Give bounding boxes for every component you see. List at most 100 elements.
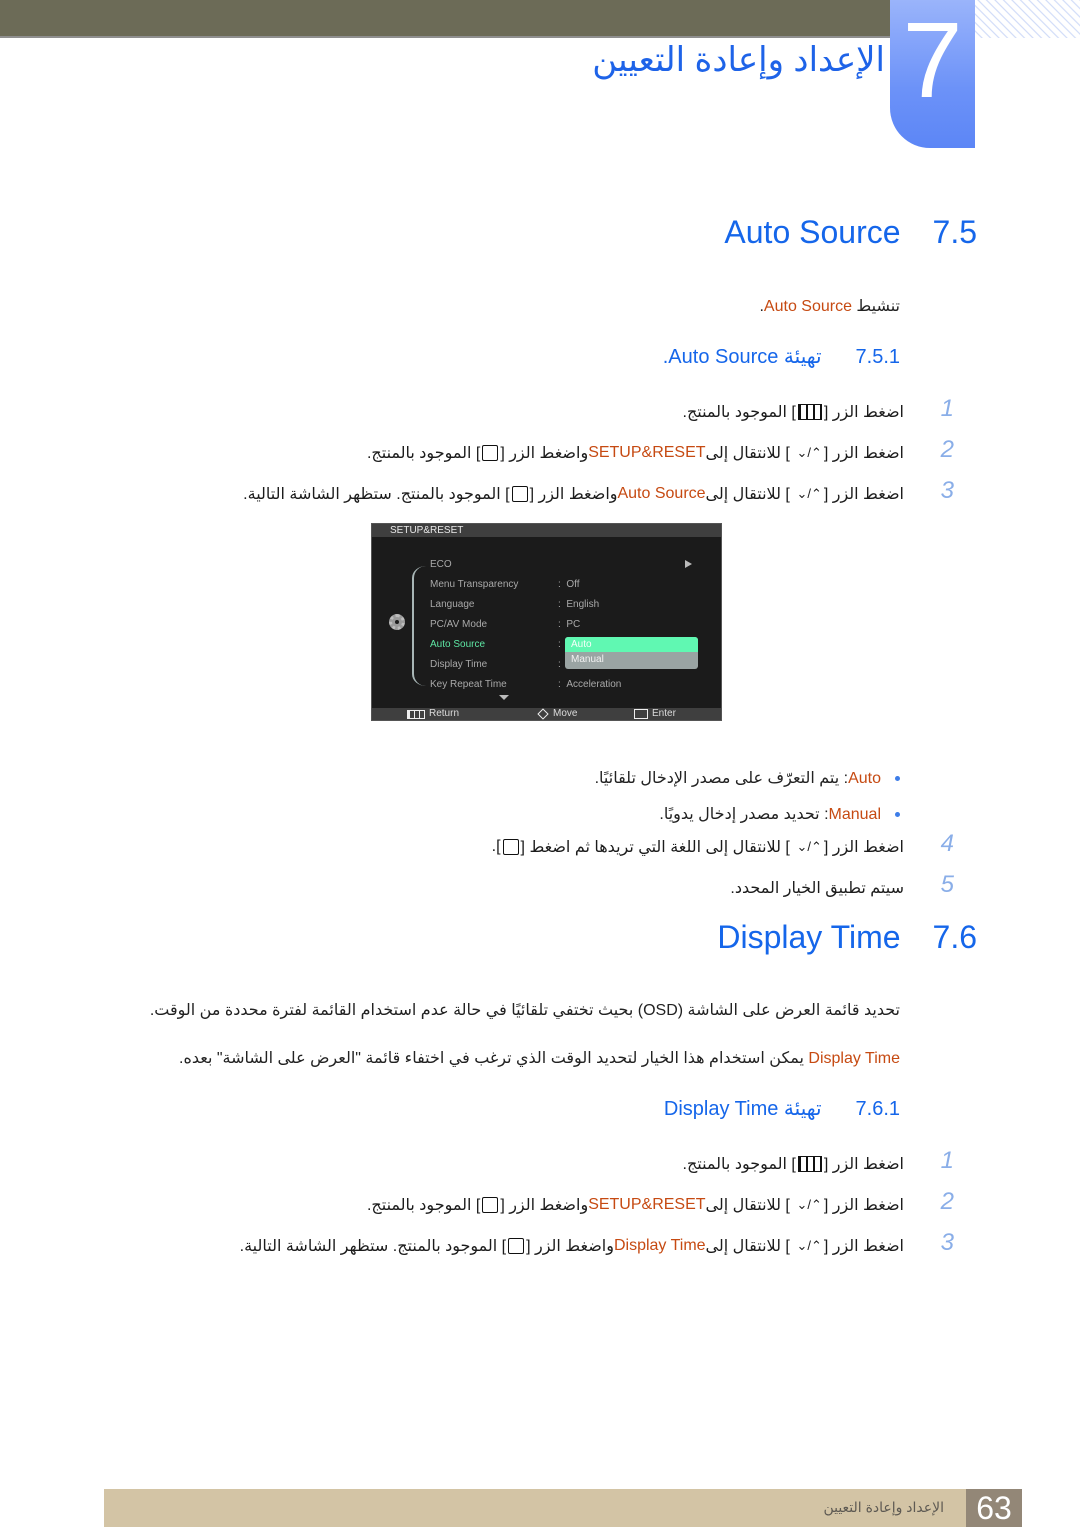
up-down-arrow-icon: ⌃/⌄ (796, 839, 822, 854)
osd-value: : Acceleration (558, 679, 622, 690)
page-footer: الإعداد وإعادة التعيين 63 (104, 1489, 1022, 1527)
step-highlight: SETUP&RESET (588, 444, 706, 461)
bullet-term: Manual (828, 806, 881, 823)
osd-separator: : (558, 639, 561, 650)
step-number: 4 (940, 830, 954, 857)
osd-enter: Enter (634, 708, 676, 720)
subsection-heading-7-5-1: تهيئة Auto Source. 7.5.1 (663, 344, 900, 369)
subsection-title: تهيئة Display Time (663, 1098, 822, 1120)
step-text: سيتم تطبيق الخيار المحدد. (730, 880, 904, 897)
step-text: ] للانتقال إلى (705, 1197, 790, 1214)
bullet-desc: : يتم التعرّف على مصدر الإدخال تلقائيًا. (594, 770, 849, 787)
up-down-arrow-icon: ⌃/⌄ (796, 1197, 822, 1212)
subsection-title: تهيئة Auto Source. (662, 346, 822, 368)
decorative-hatch (975, 0, 1080, 38)
bullet-desc: : تحديد مصدر إدخال يدويًا. (659, 806, 829, 823)
top-bar (0, 0, 890, 38)
step-3: 3 اضغط الزر [ ⌃/⌄ ] للانتقال إلى Display… (239, 1229, 954, 1259)
step-number: 1 (940, 395, 954, 422)
step-text: ] للانتقال إلى (705, 486, 790, 503)
section-heading-7-6: Display Time 7.6 (717, 919, 977, 956)
return-icon (407, 709, 425, 719)
osd-item-key-repeat-time: Key Repeat Time (430, 679, 507, 690)
step-text: اضغط الزر [ (823, 839, 904, 856)
step-number: 2 (940, 436, 954, 463)
osd-value: : English (558, 599, 600, 610)
step-3: 3 اضغط الزر [ ⌃/⌄ ] للانتقال إلى Auto So… (243, 477, 954, 507)
step-number: 3 (940, 1229, 954, 1256)
osd-return: Return (407, 708, 459, 720)
step-text: ] الموجود بالمنتج. ستظهر الشاشة التالية. (243, 486, 510, 503)
osd-item-display-time: Display Time (430, 659, 488, 670)
osd-item-auto-source: Auto Source (430, 639, 486, 650)
step-number: 3 (940, 477, 954, 504)
step-text: اضغط الزر [ (823, 404, 904, 421)
step-text: اضغط الزر [ (823, 1197, 904, 1214)
step-4: 4 اضغط الزر [ ⌃/⌄ ] للانتقال إلى اللغة ا… (491, 830, 954, 860)
step-highlight: Auto Source (617, 485, 706, 502)
section-number: 7.6 (932, 919, 977, 955)
enter-icon (482, 445, 499, 461)
step-text: واضغط الزر [ (500, 445, 589, 462)
step-text: اضغط الزر [ (823, 1238, 904, 1255)
up-down-arrow-icon: ⌃/⌄ (796, 486, 822, 501)
step-number: 2 (940, 1188, 954, 1215)
enter-label: Enter (652, 708, 676, 719)
chapter-number: 7 (902, 0, 963, 120)
step-text: واضغط الزر [ (526, 1238, 614, 1255)
chevron-right-icon (685, 560, 692, 568)
up-down-arrow-icon: ⌃/⌄ (796, 1238, 822, 1253)
section-number: 7.5 (932, 214, 977, 250)
step-text: ] الموجود بالمنتج. (682, 404, 796, 421)
bullet-manual: Manual: تحديد مصدر إدخال يدويًا. (659, 804, 900, 824)
intro-highlight: Auto Source (763, 298, 852, 315)
section-heading-7-5: Auto Source 7.5 (724, 214, 977, 251)
para-text: يمكن استخدام هذا الخيار لتحديد الوقت الذ… (179, 1050, 809, 1067)
section-title: Auto Source (724, 214, 901, 250)
menu-arc (412, 566, 426, 686)
step-2: 2 اضغط الزر [ ⌃/⌄ ] للانتقال إلى SETUP&R… (366, 436, 954, 466)
step-text: ] للانتقال إلى (705, 445, 790, 462)
step-text: اضغط الزر [ (823, 445, 904, 462)
step-2: 2 اضغط الزر [ ⌃/⌄ ] للانتقال إلى SETUP&R… (366, 1188, 954, 1218)
step-text: ] الموجود بالمنتج. (366, 445, 481, 462)
step-text: ] الموجود بالمنتج. (366, 1197, 481, 1214)
osd-item-pc-av-mode: PC/AV Mode (430, 619, 488, 630)
chapter-tab: 7 (890, 0, 975, 148)
step-text: واضغط الزر [ (500, 1197, 589, 1214)
osd-menu-screenshot: SETUP&RESET ECO Menu Transparency : Off … (371, 523, 722, 721)
step-1: 1 اضغط الزر [ ] الموجود بالمنتج. (682, 395, 955, 425)
step-text: ] الموجود بالمنتج. ستظهر الشاشة التالية. (239, 1238, 507, 1255)
step-text: اضغط الزر [ (823, 1156, 904, 1173)
bullet-dot (895, 812, 900, 818)
enter-icon (508, 1238, 525, 1254)
osd-value: : Off (558, 579, 580, 590)
step-5: 5 سيتم تطبيق الخيار المحدد. (730, 871, 954, 901)
gear-icon (389, 614, 405, 630)
intro-text: تنشيط (851, 298, 900, 315)
step-text: ] للانتقال إلى اللغة التي تريدها ثم اضغط… (520, 839, 790, 856)
move-label: Move (553, 708, 578, 719)
up-down-arrow-icon: ⌃/⌄ (796, 445, 822, 460)
step-text: ] الموجود بالمنتج. (682, 1156, 796, 1173)
osd-separator: : (558, 659, 561, 670)
osd-value: : PC (558, 619, 581, 630)
osd-dropdown: Auto Manual (565, 637, 698, 669)
step-text: اضغط الزر [ (823, 486, 904, 503)
step-text: ]. (491, 838, 501, 855)
osd-item-language: Language (430, 599, 475, 610)
enter-icon (482, 1197, 499, 1213)
enter-icon (634, 709, 648, 719)
chapter-title: الإعداد وإعادة التعيين (592, 41, 885, 79)
enter-icon (511, 486, 528, 502)
footer-title: الإعداد وإعادة التعيين (823, 1499, 944, 1515)
move-icon (537, 708, 549, 720)
osd-option-manual: Manual (571, 654, 604, 665)
paragraph-1: تحديد قائمة العرض على الشاشة (OSD) بحيث … (149, 1002, 900, 1019)
paragraph-2: Display Time يمكن استخدام هذا الخيار لتح… (179, 1048, 900, 1068)
osd-item-eco: ECO (430, 559, 452, 570)
bullet-dot (895, 776, 900, 782)
step-number: 5 (940, 871, 954, 898)
osd-footer: Return Move Enter (372, 708, 721, 720)
bullet-term: Auto (848, 770, 881, 787)
